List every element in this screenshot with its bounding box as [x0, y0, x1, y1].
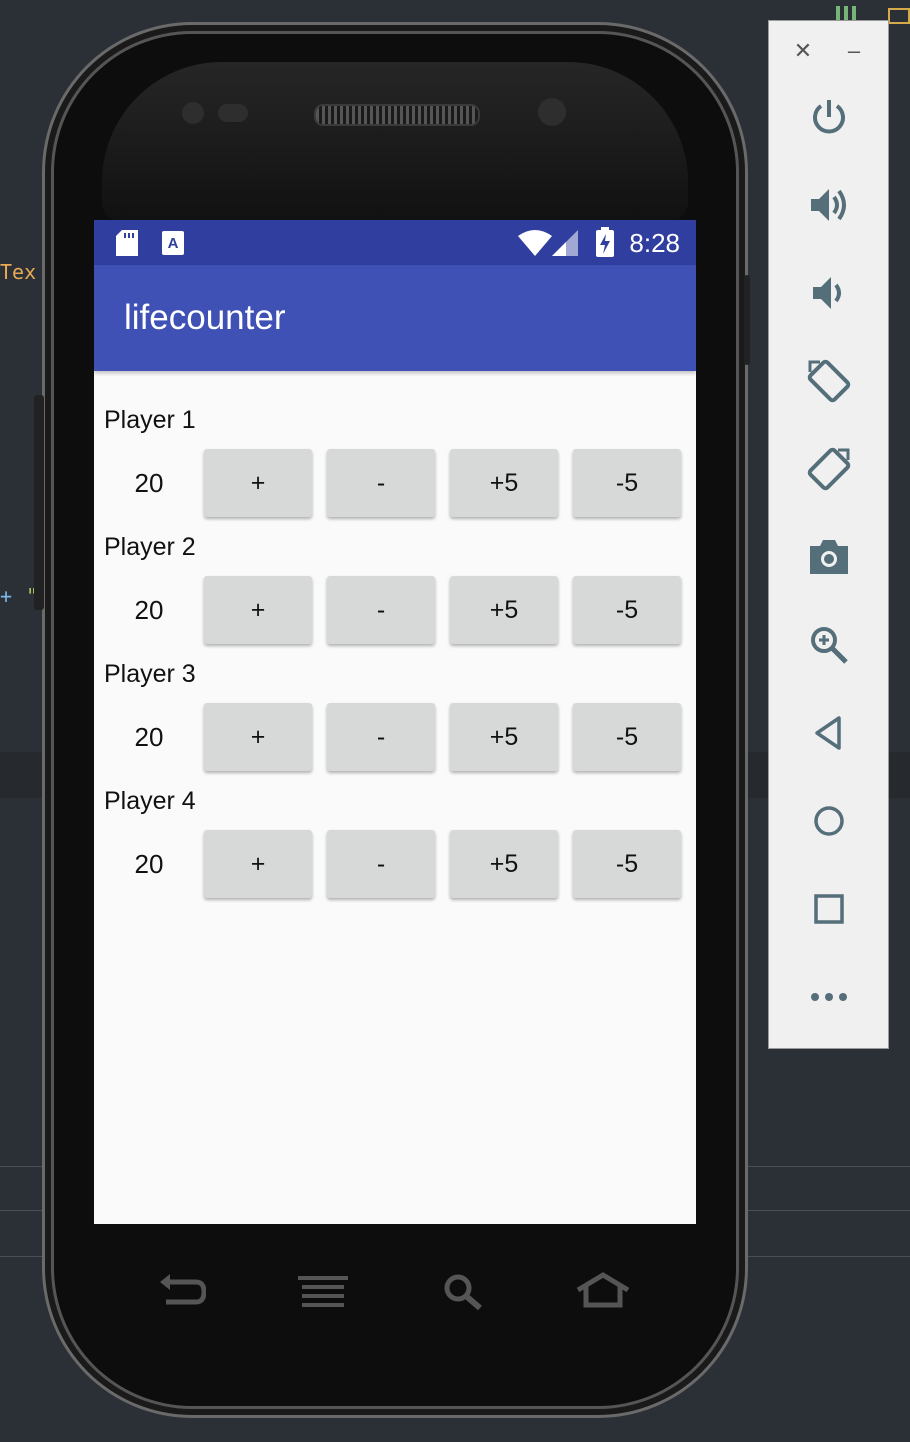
plus-five-button[interactable]: +5 — [450, 703, 558, 771]
earpiece-speaker — [314, 104, 480, 126]
decrement-button[interactable]: - — [327, 703, 435, 771]
grid-icon[interactable] — [836, 6, 858, 20]
life-total: 20 — [134, 595, 164, 625]
phone-bezel-top — [102, 62, 688, 222]
device-screen: A 8:28 lifecounter Player 1 20 + - +5 -5… — [94, 220, 696, 1224]
decrement-button[interactable]: - — [327, 449, 435, 517]
app-bar: lifecounter — [94, 265, 696, 371]
side-key[interactable] — [34, 395, 44, 610]
minus-five-button[interactable]: -5 — [573, 830, 681, 898]
back-button[interactable] — [801, 705, 857, 761]
plus-five-button[interactable]: +5 — [450, 449, 558, 517]
signal-icon — [552, 230, 578, 256]
decrement-button[interactable]: - — [327, 576, 435, 644]
power-button[interactable] — [801, 89, 857, 145]
increment-button[interactable]: + — [204, 449, 312, 517]
player-label: Player 3 — [104, 660, 196, 688]
increment-button[interactable]: + — [204, 576, 312, 644]
zoom-icon — [811, 627, 848, 664]
a-notification-icon: A — [162, 231, 184, 255]
life-total: 20 — [134, 722, 164, 752]
status-time: 8:28 — [629, 228, 680, 258]
overview-button[interactable] — [801, 881, 857, 937]
light-sensor — [218, 104, 248, 122]
volume-down-icon — [813, 277, 841, 309]
ide-code-fragment: + — [0, 584, 13, 608]
proximity-sensor — [182, 102, 204, 124]
battery-charging-icon — [596, 227, 614, 257]
increment-button[interactable]: + — [204, 703, 312, 771]
overview-square-icon — [814, 894, 844, 924]
player-label: Player 2 — [104, 533, 196, 561]
home-button[interactable] — [801, 793, 857, 849]
life-total: 20 — [134, 849, 164, 879]
plus-five-button[interactable]: +5 — [450, 830, 558, 898]
minimize-icon[interactable]: – — [842, 38, 866, 63]
increment-button[interactable]: + — [204, 830, 312, 898]
close-icon[interactable]: ✕ — [791, 38, 815, 63]
app-title: lifecounter — [124, 298, 286, 337]
side-key[interactable] — [744, 275, 750, 365]
volume-down-button[interactable] — [801, 265, 857, 321]
search-icon[interactable] — [442, 1272, 484, 1312]
folder-icon[interactable] — [888, 8, 910, 24]
player-label: Player 1 — [104, 406, 196, 434]
rotate-right-icon — [807, 447, 851, 491]
zoom-button[interactable] — [801, 617, 857, 673]
camera-icon — [810, 540, 848, 574]
screenshot-button[interactable] — [801, 529, 857, 585]
status-bar: A 8:28 — [94, 220, 696, 265]
rotate-right-button[interactable] — [801, 441, 857, 497]
minus-five-button[interactable]: -5 — [573, 703, 681, 771]
minus-five-button[interactable]: -5 — [573, 449, 681, 517]
emulator-controls-panel: ✕ – — [768, 20, 889, 1049]
home-circle-icon — [814, 806, 844, 836]
rotate-left-icon — [807, 359, 851, 403]
svg-text:A: A — [168, 235, 179, 252]
player-label: Player 4 — [104, 787, 196, 815]
rotate-left-button[interactable] — [801, 353, 857, 409]
more-button[interactable] — [801, 969, 857, 1025]
life-total: 20 — [134, 468, 164, 498]
back-triangle-icon — [815, 716, 841, 750]
plus-five-button[interactable]: +5 — [450, 576, 558, 644]
front-camera — [538, 98, 566, 126]
ide-code-fragment: Tex — [0, 260, 37, 284]
home-icon[interactable] — [576, 1272, 630, 1308]
menu-icon[interactable] — [298, 1274, 348, 1308]
decrement-button[interactable]: - — [327, 830, 435, 898]
more-icon — [811, 993, 847, 1001]
sd-card-icon — [116, 230, 138, 256]
back-icon[interactable] — [158, 1272, 206, 1312]
volume-up-icon — [811, 189, 846, 221]
minus-five-button[interactable]: -5 — [573, 576, 681, 644]
power-icon — [813, 100, 845, 134]
wifi-icon — [518, 230, 552, 256]
volume-up-button[interactable] — [801, 177, 857, 233]
